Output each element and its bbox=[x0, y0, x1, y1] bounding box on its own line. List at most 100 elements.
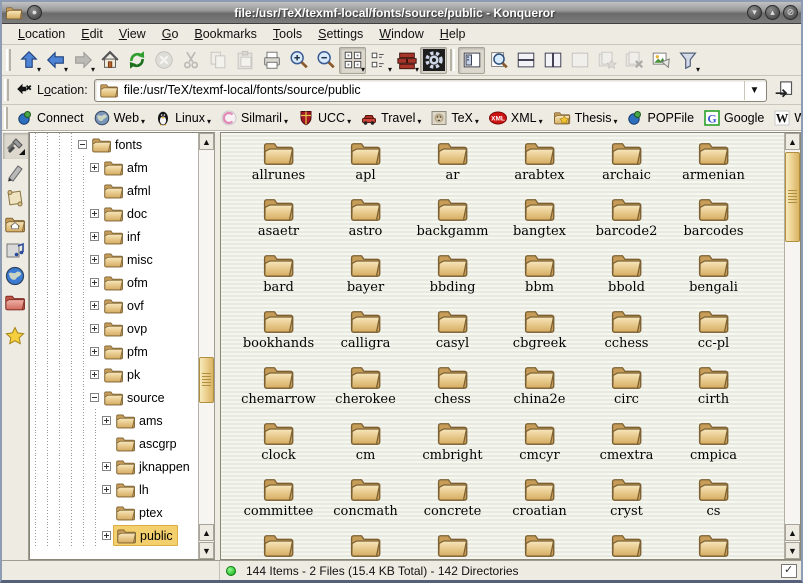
up-button[interactable]: ▾ bbox=[15, 47, 42, 74]
bookmark-thesis[interactable]: Thesis▾ bbox=[548, 108, 623, 127]
sidebar-tab-pencil[interactable] bbox=[3, 159, 28, 185]
folder-item-circ[interactable]: circ bbox=[583, 359, 670, 415]
tree-item-ptex[interactable]: ptex bbox=[30, 501, 198, 524]
folder-item-chess[interactable]: chess bbox=[409, 359, 496, 415]
view-scrollbar[interactable]: ▲ ▲ ▼ bbox=[784, 133, 800, 559]
home-button[interactable] bbox=[96, 47, 123, 74]
tree-expander-plus-icon[interactable] bbox=[102, 531, 111, 540]
tree-expander-plus-icon[interactable] bbox=[102, 462, 111, 471]
tree-expander-plus-icon[interactable] bbox=[102, 416, 111, 425]
tree-expander-plus-icon[interactable] bbox=[102, 485, 111, 494]
maximize-button[interactable]: ▴ bbox=[765, 5, 780, 20]
sidebar-tab-network-globe[interactable] bbox=[3, 263, 28, 289]
bookmark-linux[interactable]: Linux▾ bbox=[150, 108, 216, 128]
folder-item-bayer[interactable]: bayer bbox=[322, 247, 409, 303]
menu-window[interactable]: Window bbox=[371, 25, 431, 43]
folder-item-apl[interactable]: apl bbox=[322, 135, 409, 191]
view-scroll-thumb[interactable] bbox=[785, 152, 800, 242]
minimize-button[interactable]: ▾ bbox=[747, 5, 762, 20]
bookmarks-toolbar-grip[interactable] bbox=[4, 107, 8, 129]
split-vertical-button[interactable] bbox=[539, 47, 566, 74]
folder-item-bbm[interactable]: bbm bbox=[496, 247, 583, 303]
close-button[interactable]: ⊘ bbox=[783, 5, 798, 20]
folder-item-cmbright[interactable]: cmbright bbox=[409, 415, 496, 471]
tree-item-body[interactable]: pfm bbox=[101, 342, 152, 361]
bookmark-ucc[interactable]: UCC▾ bbox=[293, 108, 356, 128]
tree-item-ascgrp[interactable]: ascgrp bbox=[30, 432, 198, 455]
folder-item-barcode2[interactable]: barcode2 bbox=[583, 191, 670, 247]
tree-expander-minus-icon[interactable] bbox=[90, 393, 99, 402]
tree-item-body[interactable]: afm bbox=[101, 158, 152, 177]
folder-item-cm[interactable]: cm bbox=[322, 415, 409, 471]
menu-settings[interactable]: Settings bbox=[310, 25, 371, 43]
bookmark-wikipedia[interactable]: WWikipedia bbox=[769, 108, 801, 128]
location-dropdown-button[interactable]: ▼ bbox=[744, 81, 764, 100]
folder-item-bbding[interactable]: bbding bbox=[409, 247, 496, 303]
tree-item-misc[interactable]: misc bbox=[30, 248, 198, 271]
sidebar-tab-services[interactable] bbox=[3, 237, 28, 263]
tree-expander-plus-icon[interactable] bbox=[90, 255, 99, 264]
tree-item-afm[interactable]: afm bbox=[30, 156, 198, 179]
tree-item-ofm[interactable]: ofm bbox=[30, 271, 198, 294]
tree-expander-minus-icon[interactable] bbox=[78, 140, 87, 149]
tree-item-body[interactable]: pk bbox=[101, 365, 144, 384]
tree-item-ams[interactable]: ams bbox=[30, 409, 198, 432]
sidebar-tab-history-scroll[interactable] bbox=[3, 185, 28, 211]
sidebar-tab-root-folder[interactable] bbox=[3, 289, 28, 315]
tree-item-ovf[interactable]: ovf bbox=[30, 294, 198, 317]
tree-item-body[interactable]: doc bbox=[101, 204, 151, 223]
folder-item-bookhands[interactable]: bookhands bbox=[235, 303, 322, 359]
folder-item-cryst[interactable]: cryst bbox=[583, 471, 670, 527]
tree-item-lh[interactable]: lh bbox=[30, 478, 198, 501]
sidebar-tab-bookmark-star[interactable] bbox=[3, 323, 28, 349]
tree-item-pk[interactable]: pk bbox=[30, 363, 198, 386]
bookmark-silmaril[interactable]: Silmaril▾ bbox=[216, 108, 293, 128]
zoom-out-button[interactable] bbox=[312, 47, 339, 74]
bookmark-connect[interactable]: Connect bbox=[12, 108, 89, 128]
window-menu-button[interactable]: ● bbox=[27, 5, 42, 20]
bricks-view-button[interactable]: ▾ bbox=[393, 47, 420, 74]
bookmark-xml[interactable]: XMLXML▾ bbox=[484, 109, 548, 127]
tree-item-body[interactable]: source bbox=[101, 388, 169, 407]
tree-expander-plus-icon[interactable] bbox=[90, 370, 99, 379]
folder-item-partial[interactable] bbox=[583, 527, 670, 559]
view-scroll-up-button[interactable]: ▲ bbox=[785, 133, 800, 150]
sidebar-tab-home-folder[interactable] bbox=[3, 211, 28, 237]
menu-tools[interactable]: Tools bbox=[265, 25, 310, 43]
location-toolbar-grip[interactable] bbox=[4, 79, 9, 101]
location-input[interactable]: file:/usr/TeX/texmf-local/fonts/source/p… bbox=[124, 83, 744, 97]
folder-item-backgamm[interactable]: backgamm bbox=[409, 191, 496, 247]
tree-expander-plus-icon[interactable] bbox=[90, 301, 99, 310]
folder-item-chemarrow[interactable]: chemarrow bbox=[235, 359, 322, 415]
tree-expander-plus-icon[interactable] bbox=[90, 347, 99, 356]
sidebar-tab-configure-panel[interactable] bbox=[3, 133, 28, 159]
tree-item-body[interactable]: fonts bbox=[89, 135, 146, 154]
tree-scroll-up2-button[interactable]: ▲ bbox=[199, 524, 214, 541]
tree-item-body[interactable]: afml bbox=[101, 181, 155, 200]
bookmark-tex[interactable]: TeX▾ bbox=[426, 108, 484, 128]
clear-location-button[interactable] bbox=[13, 79, 35, 101]
tree-expander-plus-icon[interactable] bbox=[90, 324, 99, 333]
folder-item-cirth[interactable]: cirth bbox=[670, 359, 757, 415]
tree-item-afml[interactable]: afml bbox=[30, 179, 198, 202]
menu-bookmarks[interactable]: Bookmarks bbox=[186, 25, 265, 43]
folder-item-committee[interactable]: committee bbox=[235, 471, 322, 527]
folder-item-barcodes[interactable]: barcodes bbox=[670, 191, 757, 247]
list-view-button[interactable]: ▾ bbox=[366, 47, 393, 74]
tree-item-pfm[interactable]: pfm bbox=[30, 340, 198, 363]
folder-item-astro[interactable]: astro bbox=[322, 191, 409, 247]
folder-item-ar[interactable]: ar bbox=[409, 135, 496, 191]
folder-item-bbold[interactable]: bbold bbox=[583, 247, 670, 303]
icon-view-button[interactable]: ▾ bbox=[339, 47, 366, 74]
tree-item-body[interactable]: jknappen bbox=[113, 457, 194, 476]
folder-item-concrete[interactable]: concrete bbox=[409, 471, 496, 527]
filter-button[interactable]: ▾ bbox=[674, 47, 701, 74]
tree-item-body[interactable]: misc bbox=[101, 250, 157, 269]
tree-expander-plus-icon[interactable] bbox=[90, 278, 99, 287]
tree-item-body[interactable]: ptex bbox=[113, 503, 167, 522]
folder-item-cs[interactable]: cs bbox=[670, 471, 757, 527]
folder-item-partial[interactable] bbox=[409, 527, 496, 559]
bookmark-popfile[interactable]: POPFile bbox=[622, 108, 699, 128]
bookmark-web[interactable]: Web▾ bbox=[89, 108, 151, 128]
folder-item-cbgreek[interactable]: cbgreek bbox=[496, 303, 583, 359]
